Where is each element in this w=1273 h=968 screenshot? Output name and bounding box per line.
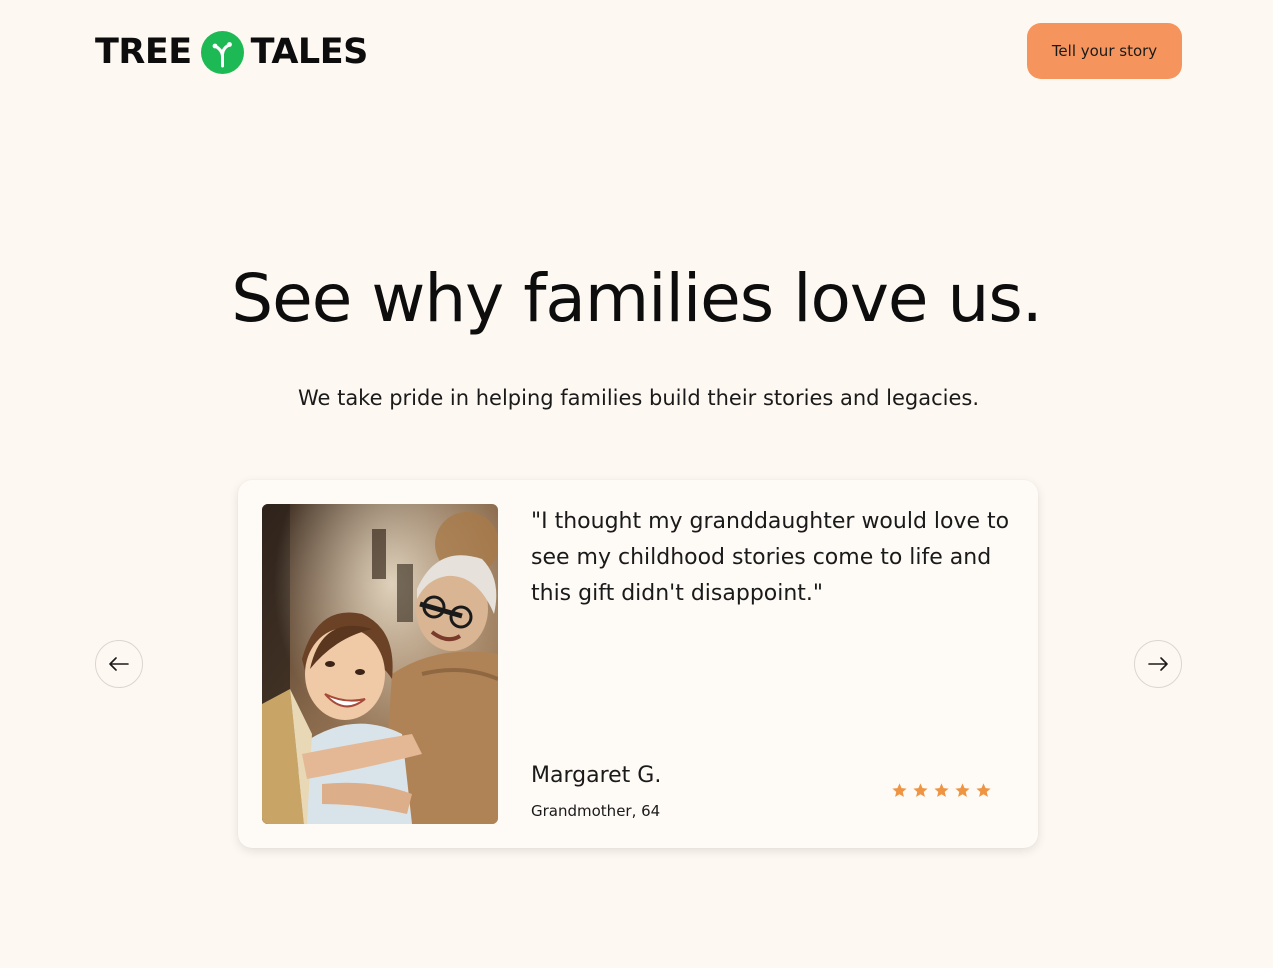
star-icon <box>955 783 970 797</box>
tell-your-story-button[interactable]: Tell your story <box>1027 23 1182 79</box>
testimonial-quote: "I thought my granddaughter would love t… <box>531 509 1010 606</box>
logo[interactable]: TREE TALES <box>95 29 368 75</box>
page-title: See why families love us. <box>231 260 1042 337</box>
arrow-right-icon <box>1148 657 1168 671</box>
author-role: Grandmother, 64 <box>531 802 661 820</box>
testimonial-photo <box>262 504 498 824</box>
star-icon <box>976 783 991 797</box>
carousel-prev-button[interactable] <box>95 640 143 688</box>
star-icon <box>892 783 907 797</box>
rating-stars <box>891 782 992 799</box>
carousel-next-button[interactable] <box>1134 640 1182 688</box>
logo-word-tales: TALES <box>250 32 369 72</box>
star-icon <box>913 783 928 797</box>
arrow-left-icon <box>109 657 129 671</box>
page-subtitle: We take pride in helping families build … <box>297 386 980 410</box>
tree-sprout-icon <box>200 30 244 74</box>
logo-word-tree: TREE <box>95 32 192 72</box>
star-icon <box>934 783 949 797</box>
site-header: TREE TALES Tell your story <box>0 0 1273 104</box>
testimonial-card: "I thought my granddaughter would love t… <box>238 480 1038 848</box>
author-name: Margaret G. <box>531 763 662 788</box>
